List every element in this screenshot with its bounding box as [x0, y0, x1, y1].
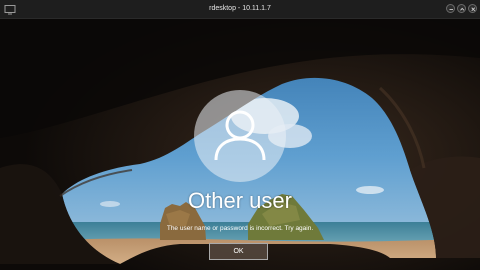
ok-button[interactable]: OK: [209, 243, 268, 260]
lock-screen: Other user The user name or password is …: [0, 18, 480, 270]
account-name: Other user: [188, 188, 292, 213]
maximize-icon: [460, 7, 465, 11]
user-silhouette-icon: [214, 110, 266, 161]
minimize-button[interactable]: [446, 4, 455, 13]
maximize-button[interactable]: [457, 4, 466, 13]
close-button[interactable]: [468, 4, 477, 13]
window-titlebar[interactable]: rdesktop - 10.11.1.7: [0, 0, 480, 19]
window-title: rdesktop - 10.11.1.7: [209, 5, 271, 12]
user-avatar: [194, 90, 286, 182]
close-icon: [471, 7, 476, 12]
login-error-message: The user name or password is incorrect. …: [166, 225, 314, 232]
minimize-icon: [449, 9, 453, 10]
rdesktop-window: rdesktop - 10.11.1.7 Other user The user…: [0, 0, 480, 270]
